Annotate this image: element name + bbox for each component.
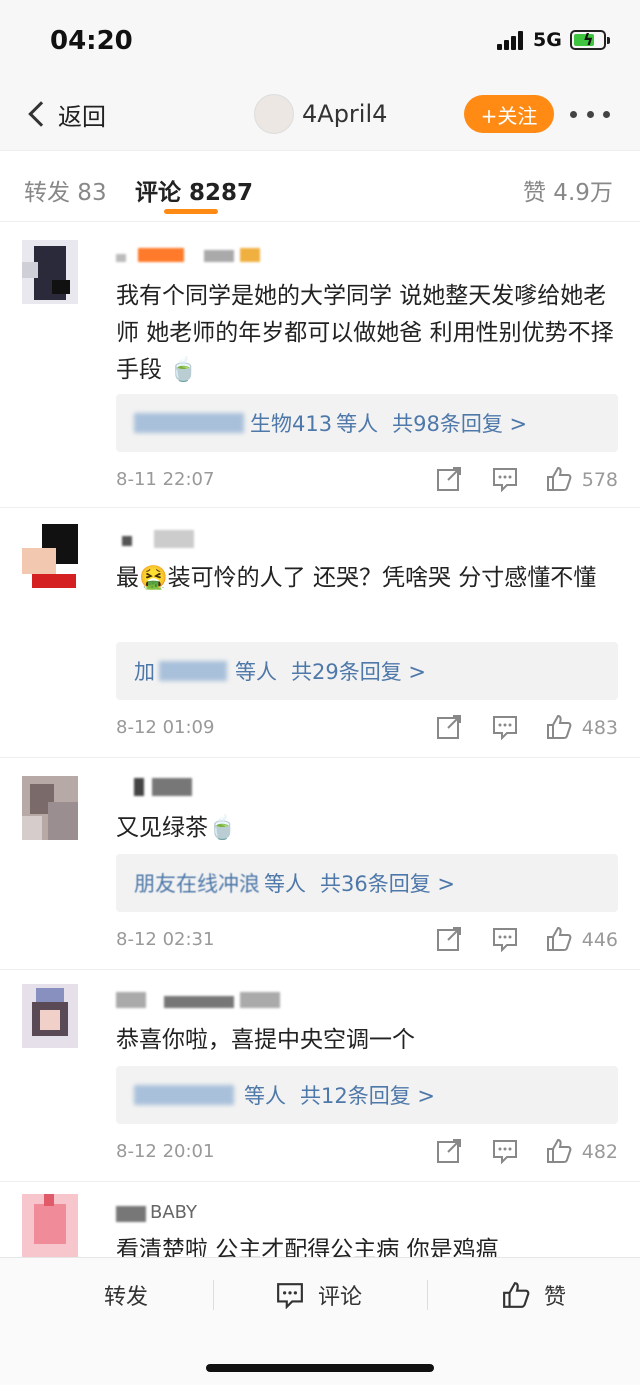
back-label: 返回 (58, 102, 106, 131)
blurred-name (134, 1085, 234, 1105)
status-bar: 04:20 5G ϟ (0, 0, 640, 78)
reply-summary[interactable]: 加 等人 共29条回复 > (116, 642, 618, 700)
share-icon[interactable] (436, 926, 462, 952)
comment-meta: 8-12 20:01 482 (116, 1138, 618, 1168)
avatar[interactable] (22, 240, 78, 304)
tab-repost[interactable]: 转发 83 (24, 173, 107, 207)
comment-meta: 8-12 02:31 446 (116, 926, 618, 956)
comment-date: 8-11 22:07 (116, 469, 215, 490)
bottom-action-bar: 转发 评论 赞 (0, 1257, 640, 1385)
status-time: 04:20 (50, 26, 133, 56)
reply-user: 生物413 (250, 412, 333, 436)
tab-bar: 转发 83 评论 8287 赞 4.9万 (0, 150, 640, 222)
like-count: 483 (581, 717, 618, 739)
reply-summary[interactable]: 生物413 等人 共98条回复 > (116, 394, 618, 452)
like-count: 446 (581, 929, 618, 951)
comment-text: 看清楚啦 公主才配得公主病 你是鸡瘟 (116, 1237, 499, 1257)
like-label: 赞 (544, 1285, 567, 1310)
like-button[interactable]: 赞 (502, 1280, 566, 1310)
like-icon (503, 1282, 530, 1308)
comment-date: 8-12 20:01 (116, 1141, 215, 1162)
signal-icon (497, 30, 525, 50)
share-icon[interactable] (436, 1138, 462, 1164)
network-label: 5G (533, 29, 562, 51)
comment-button[interactable]: 评论 (276, 1280, 362, 1310)
reply-count: 共98条回复 > (392, 412, 528, 436)
blurred-name (159, 661, 227, 681)
comment-text: 又见绿茶🍵 (116, 815, 237, 841)
reply-etc: 等人 (235, 660, 277, 684)
back-button[interactable]: 返回 (26, 96, 106, 132)
comment-date: 8-12 02:31 (116, 929, 215, 950)
like-icon[interactable] (546, 714, 572, 740)
like-icon[interactable] (546, 926, 572, 952)
avatar[interactable] (22, 984, 78, 1048)
avatar[interactable] (22, 776, 78, 840)
page-title[interactable]: 4April4 (302, 100, 387, 128)
follow-button[interactable]: +关注 (464, 95, 554, 133)
battery-icon: ϟ (570, 30, 610, 50)
more-icon[interactable] (570, 104, 610, 124)
reply-etc: 等人 (264, 872, 306, 896)
reply-icon[interactable] (492, 714, 518, 740)
comment-text: 恭喜你啦，喜提中央空调一个 (116, 1027, 415, 1053)
comment-text: 我有个同学是她的大学同学 说她整天发嗲给她老师 她老师的年岁都可以做她爸 利用性… (116, 283, 614, 383)
reply-count: 共36条回复 > (320, 872, 455, 896)
comment-item: 恭喜你啦，喜提中央空调一个 等人 共12条回复 > 8-12 20:01 482 (0, 970, 640, 1182)
avatar[interactable] (254, 94, 294, 134)
like-count: 482 (581, 1141, 618, 1163)
username[interactable] (116, 988, 286, 1010)
comment-text: 最🤮装可怜的人了 还哭？凭啥哭 分寸感懂不懂 (116, 565, 597, 591)
repost-button[interactable]: 转发 (104, 1280, 148, 1310)
blurred-name (134, 413, 244, 433)
username-text: BABY (150, 1202, 198, 1223)
username[interactable] (116, 244, 266, 266)
like-icon[interactable] (546, 466, 572, 492)
repost-label: 转发 (104, 1285, 149, 1310)
reply-summary[interactable]: 朋友在线冲浪 等人 共36条回复 > (116, 854, 618, 912)
username[interactable] (116, 776, 216, 798)
reply-etc: 等人 (336, 412, 379, 436)
username[interactable] (116, 528, 216, 550)
share-icon[interactable] (436, 466, 462, 492)
chevron-left-icon (28, 101, 54, 127)
comment-meta: 8-12 01:09 483 (116, 714, 618, 744)
reply-icon[interactable] (492, 926, 518, 952)
reply-icon[interactable] (492, 1138, 518, 1164)
comment-date: 8-12 01:09 (116, 717, 215, 738)
avatar[interactable] (22, 1194, 78, 1257)
like-count: 578 (581, 469, 618, 491)
reply-count: 共29条回复 > (291, 660, 426, 684)
reply-icon[interactable] (492, 466, 518, 492)
tab-likes[interactable]: 赞 4.9万 (523, 173, 613, 207)
comment-meta: 8-11 22:07 578 (116, 466, 618, 496)
reply-user: 朋友在线冲浪 (134, 872, 260, 896)
divider (427, 1280, 428, 1310)
reply-user: 加 (134, 660, 155, 684)
avatar[interactable] (22, 524, 78, 588)
reply-etc: 等人 (244, 1084, 286, 1108)
comment-icon (277, 1283, 303, 1309)
tab-comments[interactable]: 评论 8287 (135, 173, 253, 207)
divider (213, 1280, 214, 1310)
home-indicator[interactable] (206, 1364, 434, 1372)
reply-count: 共12条回复 > (300, 1084, 435, 1108)
comment-item: BABY 看清楚啦 公主才配得公主病 你是鸡瘟 (0, 1182, 640, 1257)
comment-label: 评论 (318, 1285, 363, 1310)
username[interactable]: BABY (116, 1202, 256, 1224)
nav-bar: 返回 4April4 +关注 (0, 78, 640, 150)
tab-indicator (164, 209, 218, 214)
comment-item: 又见绿茶🍵 朋友在线冲浪 等人 共36条回复 > 8-12 02:31 446 (0, 758, 640, 970)
comment-item: 我有个同学是她的大学同学 说她整天发嗲给她老师 她老师的年岁都可以做她爸 利用性… (0, 222, 640, 508)
reply-summary[interactable]: 等人 共12条回复 > (116, 1066, 618, 1124)
comment-item: 最🤮装可怜的人了 还哭？凭啥哭 分寸感懂不懂 加 等人 共29条回复 > 8-1… (0, 508, 640, 758)
share-icon[interactable] (436, 714, 462, 740)
like-icon[interactable] (546, 1138, 572, 1164)
